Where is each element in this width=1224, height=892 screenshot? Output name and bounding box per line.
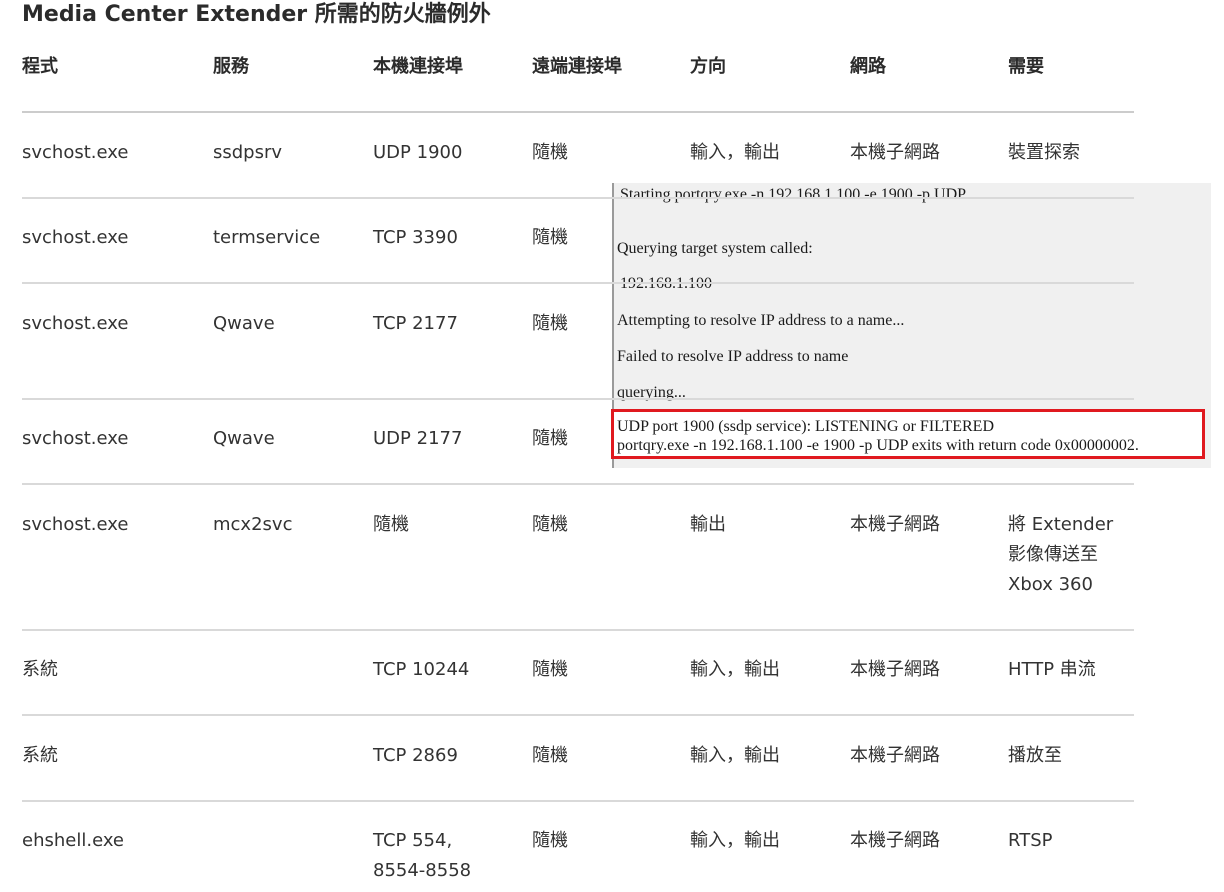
cell-network: 本機子網路 — [850, 659, 940, 680]
cell-remote-port: 隨機 — [532, 313, 568, 334]
cell-program: svchost.exe — [22, 227, 129, 248]
row-divider — [22, 398, 1134, 400]
cell-direction: 輸入，輸出 — [690, 745, 780, 766]
column-header-program: 程式 — [22, 56, 58, 77]
row-divider — [22, 800, 1134, 802]
cell-service: Qwave — [213, 313, 275, 334]
local-port-line: TCP 2869 — [373, 745, 458, 766]
cell-remote-port: 隨機 — [532, 142, 568, 163]
console-highlight-line: portqry.exe -n 192.168.1.100 -e 1900 -p … — [617, 437, 1139, 454]
column-header-required: 需要 — [1008, 56, 1044, 77]
local-port-line: 8554-8558 — [373, 860, 472, 881]
cell-direction: 輸入，輸出 — [690, 830, 780, 851]
local-port-line: TCP 554, — [373, 830, 453, 851]
cell-required: HTTP 串流 — [1008, 659, 1096, 680]
cell-program: 系統 — [22, 659, 58, 680]
cell-direction: 輸入，輸出 — [690, 659, 780, 680]
column-header-local-port: 本機連接埠 — [373, 56, 463, 77]
cell-program: svchost.exe — [22, 313, 129, 334]
console-line: Attempting to resolve IP address to a na… — [617, 312, 905, 329]
console-line: querying... — [617, 384, 686, 401]
cell-local-port: TCP 2869 — [373, 741, 458, 771]
portqry-console-output: Starting portqry.exe -n 192.168.1.100 -e… — [611, 183, 1211, 468]
column-header-service: 服務 — [213, 56, 249, 77]
row-divider — [22, 629, 1134, 631]
cell-local-port: TCP 554, 8554-8558 — [373, 826, 471, 886]
cell-local-port: TCP 2177 — [373, 309, 458, 339]
console-highlight-line: UDP port 1900 (ssdp service): LISTENING … — [617, 418, 994, 435]
cell-network: 本機子網路 — [850, 514, 940, 535]
cell-remote-port: 隨機 — [532, 514, 568, 535]
cell-direction: 輸入，輸出 — [690, 142, 780, 163]
local-port-line: 隨機 — [373, 514, 409, 535]
cell-required: 將 Extender 影像傳送至 Xbox 360 — [1008, 514, 1114, 595]
cell-remote-port: 隨機 — [532, 830, 568, 851]
cell-network: 本機子網路 — [850, 830, 940, 851]
cell-required: RTSP — [1008, 830, 1053, 851]
column-header-direction: 方向 — [690, 56, 726, 77]
console-line: Starting portqry.exe -n 192.168.1.100 -e… — [620, 186, 982, 203]
column-header-network: 網路 — [850, 56, 886, 77]
cell-remote-port: 隨機 — [532, 428, 568, 449]
local-port-line: TCP 2177 — [373, 313, 458, 334]
local-port-line: TCP 10244 — [373, 659, 470, 680]
cell-program: svchost.exe — [22, 142, 129, 163]
cell-local-port: UDP 2177 — [373, 424, 462, 454]
cell-local-port: 隨機 — [373, 510, 409, 540]
cell-service: Qwave — [213, 428, 275, 449]
cell-local-port: TCP 3390 — [373, 223, 458, 253]
cell-local-port: UDP 1900 — [373, 138, 462, 168]
console-line: Failed to resolve IP address to name — [617, 348, 849, 365]
local-port-line: TCP 3390 — [373, 227, 458, 248]
cell-local-port: TCP 10244 — [373, 655, 469, 685]
cell-remote-port: 隨機 — [532, 659, 568, 680]
cell-service: termservice — [213, 227, 321, 248]
local-port-line: UDP 1900 — [373, 142, 463, 163]
cell-program: 系統 — [22, 745, 58, 766]
console-line: Querying target system called: — [617, 240, 813, 257]
cell-direction: 輸出 — [690, 514, 726, 535]
cell-required: 播放至 — [1008, 745, 1062, 766]
cell-program: ehshell.exe — [22, 830, 124, 851]
row-divider — [22, 282, 1134, 284]
row-divider — [22, 111, 1134, 113]
cell-remote-port: 隨機 — [532, 745, 568, 766]
row-divider — [22, 483, 1134, 485]
cell-program: svchost.exe — [22, 514, 129, 535]
row-divider — [22, 714, 1134, 716]
row-divider — [22, 197, 1134, 199]
local-port-line: UDP 2177 — [373, 428, 463, 449]
cell-service: mcx2svc — [213, 514, 293, 535]
cell-service: ssdpsrv — [213, 142, 283, 163]
console-line: 192.168.1.100 — [620, 274, 712, 294]
highlight-box: UDP port 1900 (ssdp service): LISTENING … — [611, 409, 1205, 459]
page-title: Media Center Extender 所需的防火牆例外 — [22, 2, 491, 27]
cell-remote-port: 隨機 — [532, 227, 568, 248]
column-header-remote-port: 遠端連接埠 — [532, 56, 622, 77]
cell-program: svchost.exe — [22, 428, 129, 449]
cell-network: 本機子網路 — [850, 745, 940, 766]
cell-network: 本機子網路 — [850, 142, 940, 163]
cell-required: 裝置探索 — [1008, 142, 1080, 163]
